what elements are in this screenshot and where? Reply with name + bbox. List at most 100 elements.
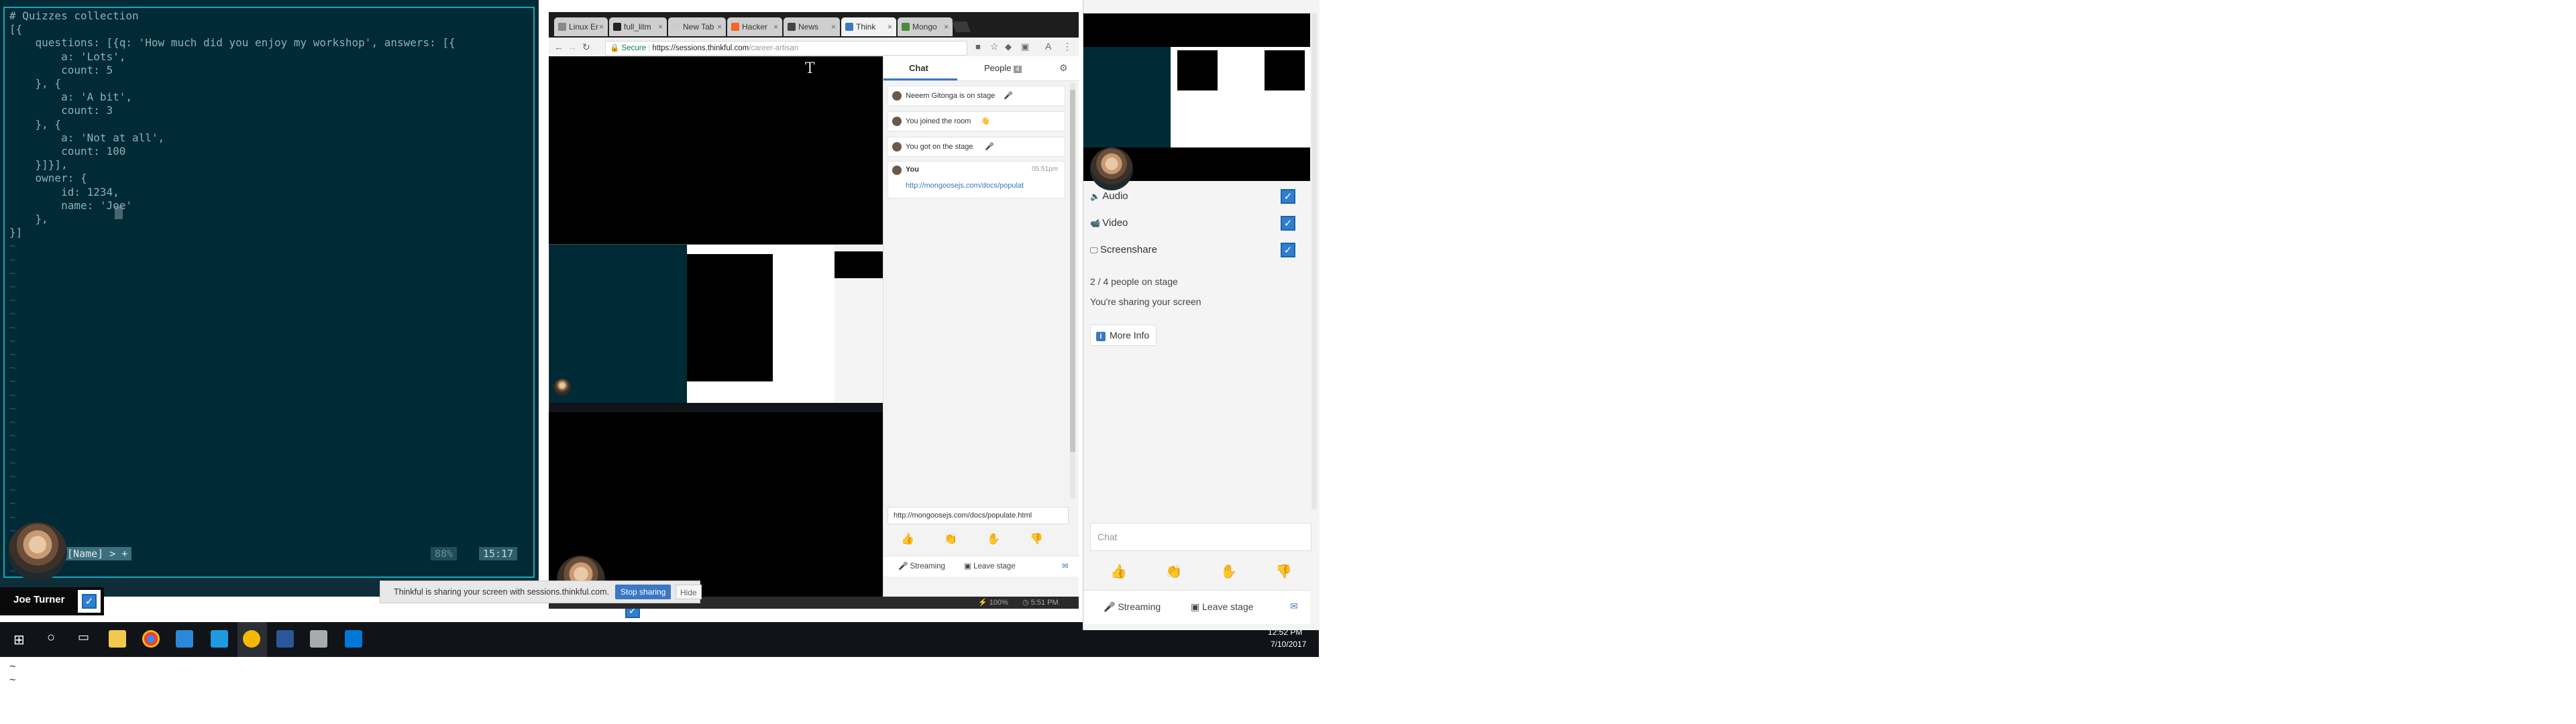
- panel-reaction-button[interactable]: 👎: [1275, 563, 1292, 580]
- reaction-button[interactable]: 👎: [1030, 532, 1043, 546]
- code-line: a: 'Lots',: [9, 50, 126, 63]
- extension-icon[interactable]: ◆: [1005, 42, 1012, 52]
- streaming-button[interactable]: 🎤 Streaming: [898, 561, 945, 570]
- menu-icon[interactable]: ⋮: [1063, 41, 1072, 52]
- reaction-button[interactable]: ✋: [987, 532, 1000, 546]
- panel-streaming-button[interactable]: 🎤 Streaming: [1104, 601, 1161, 613]
- option-label: Video: [1102, 217, 1128, 229]
- hide-button[interactable]: Hide: [676, 585, 702, 599]
- self-webcam-avatar: [8, 522, 67, 581]
- panel-screen-preview: [1083, 13, 1310, 190]
- app-icon[interactable]: [176, 630, 193, 648]
- app-icon[interactable]: [310, 630, 327, 648]
- close-tab-icon[interactable]: ×: [888, 17, 892, 36]
- stop-sharing-button[interactable]: Stop sharing: [615, 585, 672, 599]
- vim-editor-window[interactable]: # Quizzes collection [{ questions: [{q: …: [0, 0, 539, 686]
- empty-line-marker: ~: [9, 361, 16, 375]
- panel-reaction-button[interactable]: 👏: [1165, 563, 1182, 580]
- preview-taskbar: [549, 403, 883, 412]
- address-bar[interactable]: 🔒 Secure | https://sessions.thinkful.com…: [605, 41, 967, 56]
- camera-icon[interactable]: ■: [975, 42, 981, 52]
- app-icon[interactable]: [243, 630, 260, 648]
- close-tab-icon[interactable]: ×: [658, 17, 663, 36]
- word-icon[interactable]: [276, 630, 294, 648]
- empty-line-marker: ~: [9, 497, 16, 510]
- gear-icon[interactable]: ⚙: [1059, 62, 1068, 74]
- close-tab-icon[interactable]: ×: [773, 17, 778, 36]
- chrome-icon[interactable]: [142, 630, 160, 648]
- tab-people[interactable]: People 4: [984, 63, 1022, 73]
- browser-window: Linux Er × full_litm × New Tab × Hacker × News × T…: [549, 12, 1079, 621]
- status-percent: 88%: [431, 547, 458, 560]
- favicon-icon: [788, 23, 796, 31]
- taskbar-clock-date[interactable]: 7/10/2017: [1271, 640, 1306, 649]
- leave-stage-button[interactable]: ▣ Leave stage: [964, 561, 1016, 570]
- close-tab-icon[interactable]: ×: [717, 17, 722, 36]
- chat-input[interactable]: http://mongoosejs.com/docs/populate.html: [888, 507, 1069, 524]
- empty-line-marker: ~: [9, 429, 16, 442]
- favicon-icon: [731, 23, 739, 31]
- back-icon[interactable]: ←: [554, 42, 564, 52]
- close-tab-icon[interactable]: ×: [599, 17, 604, 36]
- reaction-button[interactable]: 👏: [944, 532, 957, 546]
- more-info-button[interactable]: i More Info: [1090, 324, 1157, 346]
- browser-tab[interactable]: Mongo ×: [898, 17, 953, 36]
- tab-label: News: [798, 22, 819, 32]
- panel-chat-input[interactable]: Chat: [1090, 523, 1311, 551]
- panel-scrollbar[interactable]: [1311, 13, 1317, 509]
- panel-reaction-button[interactable]: ✋: [1220, 563, 1237, 580]
- monitor-icon: 🖵: [1090, 245, 1100, 255]
- option-label: Screenshare: [1099, 244, 1157, 255]
- option-checkbox[interactable]: ✓: [1281, 243, 1295, 257]
- message-link[interactable]: http://mongoosejs.com/docs/populat: [906, 182, 1063, 190]
- panel-chat-bubble-icon[interactable]: ✉: [1290, 601, 1298, 612]
- forward-icon[interactable]: →: [568, 42, 577, 52]
- browser-tab[interactable]: Hacker ×: [727, 17, 782, 36]
- option-checkbox[interactable]: ✓: [1281, 216, 1295, 231]
- browser-tab[interactable]: full_litm ×: [609, 17, 667, 36]
- people-count-badge: 4: [1014, 66, 1022, 73]
- code-line: count: 5: [9, 63, 113, 76]
- extension-icon[interactable]: ▣: [1021, 42, 1029, 52]
- avatar: [892, 166, 902, 175]
- browser-tab[interactable]: New Tab ×: [668, 17, 726, 36]
- shared-screen-preview: [549, 244, 883, 412]
- store-icon[interactable]: [211, 630, 228, 648]
- chat-bubble-icon[interactable]: ✉: [1062, 561, 1069, 570]
- code-line: }, {: [9, 117, 62, 131]
- browser-tab[interactable]: News ×: [784, 17, 840, 36]
- reload-icon[interactable]: ↻: [582, 42, 590, 53]
- code-line: }, {: [9, 77, 62, 90]
- favicon-icon: [845, 23, 853, 31]
- browser-tab[interactable]: Think ×: [841, 17, 896, 36]
- file-explorer-icon[interactable]: [109, 630, 126, 648]
- code-line: id: 1234,: [9, 185, 119, 198]
- more-info-label: More Info: [1110, 330, 1150, 341]
- empty-line-marker: ~: [9, 239, 16, 253]
- avatar: [892, 117, 902, 126]
- task-view-icon[interactable]: ▭: [78, 630, 89, 644]
- panel-leave-stage-button[interactable]: ▣ Leave stage: [1191, 601, 1253, 613]
- option-checkbox[interactable]: ✓: [1281, 189, 1295, 204]
- reaction-button[interactable]: 👍: [901, 532, 914, 546]
- close-tab-icon[interactable]: ×: [831, 17, 836, 36]
- self-user-name: Joe Turner: [13, 594, 65, 605]
- translate-icon[interactable]: A: [1045, 41, 1051, 52]
- search-icon[interactable]: ○: [47, 630, 55, 646]
- empty-line-marker: ~: [9, 388, 16, 402]
- panel-reaction-button[interactable]: 👍: [1110, 563, 1127, 580]
- close-tab-icon[interactable]: ×: [944, 17, 949, 36]
- self-user-checkbox[interactable]: ✓: [78, 590, 101, 613]
- status-mode: [Name] > +: [63, 547, 132, 560]
- message-time: 05:51pm: [1032, 166, 1058, 173]
- chat-scrollbar[interactable]: [1070, 83, 1075, 499]
- star-icon[interactable]: ☆: [990, 41, 999, 52]
- browser-tab[interactable]: Linux Er ×: [554, 17, 608, 36]
- new-tab-button[interactable]: [952, 21, 971, 32]
- tab-chat[interactable]: Chat: [909, 63, 928, 73]
- empty-line-marker: ~: [9, 442, 16, 456]
- windows-start-icon[interactable]: ⊞: [13, 631, 25, 648]
- empty-line-marker: ~: [9, 280, 16, 294]
- vscode-icon[interactable]: [345, 630, 362, 648]
- tab-label: Think: [856, 22, 876, 32]
